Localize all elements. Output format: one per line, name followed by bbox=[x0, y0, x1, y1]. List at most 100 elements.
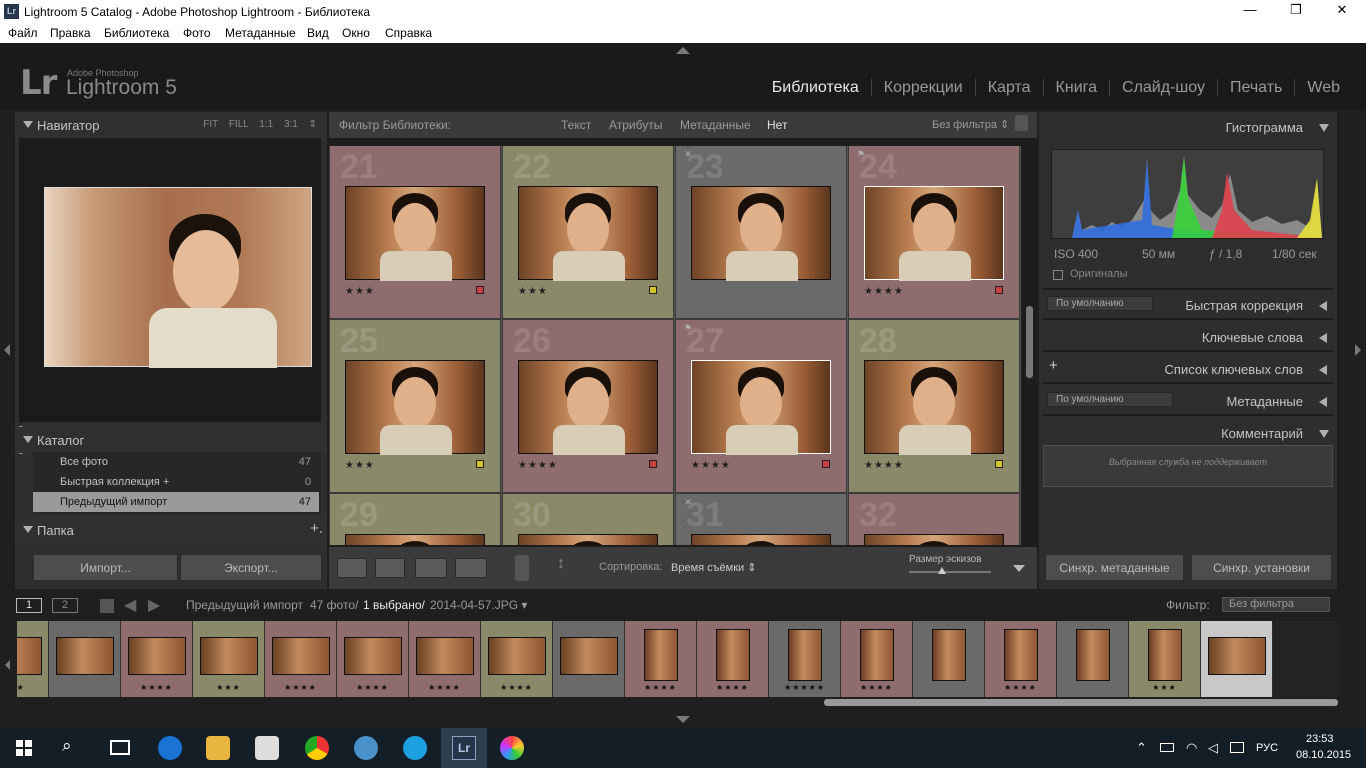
add-folder-icon[interactable]: +. bbox=[310, 520, 323, 537]
grid-cell[interactable]: 26 ★★★★ bbox=[502, 319, 674, 493]
survey-view-icon[interactable] bbox=[455, 558, 487, 578]
filmstrip-thumbnail[interactable] bbox=[913, 621, 985, 697]
menu-edit[interactable]: Правка bbox=[50, 26, 91, 40]
start-icon[interactable] bbox=[16, 740, 32, 756]
export-button[interactable]: Экспорт... bbox=[180, 554, 322, 581]
back-arrow-icon[interactable]: ◀ bbox=[124, 595, 136, 615]
menu-help[interactable]: Справка bbox=[385, 26, 432, 40]
filmstrip-image[interactable] bbox=[416, 637, 474, 675]
pick-flag-icon[interactable] bbox=[510, 498, 520, 508]
filmstrip-image[interactable] bbox=[1208, 637, 1266, 675]
navigator-header[interactable]: Навигатор FIT FILL 1:1 3:1 ⇕ bbox=[15, 112, 327, 138]
thumbnail-image[interactable] bbox=[518, 360, 658, 455]
file-explorer-icon[interactable] bbox=[206, 736, 230, 760]
color-label[interactable] bbox=[649, 286, 657, 294]
filmstrip-image[interactable] bbox=[1004, 629, 1038, 681]
grid-icon[interactable] bbox=[100, 599, 114, 613]
lock-icon[interactable] bbox=[1015, 115, 1028, 131]
pick-flag-icon[interactable]: ⚑ bbox=[856, 150, 866, 160]
star-rating[interactable]: ★★★★ bbox=[518, 460, 558, 471]
color-label[interactable] bbox=[995, 460, 1003, 468]
comments-header[interactable]: Комментарий bbox=[1039, 418, 1337, 448]
grid-cell[interactable]: 27 ⚑ ★★★★ bbox=[675, 319, 847, 493]
pick-flag-icon[interactable] bbox=[337, 150, 347, 160]
filmstrip-thumbnail[interactable] bbox=[553, 621, 625, 697]
bottom-panel-toggle-icon[interactable] bbox=[676, 716, 690, 723]
module-book[interactable]: Книга bbox=[1042, 79, 1110, 96]
thumbnail-image[interactable] bbox=[864, 360, 1004, 455]
pick-flag-icon[interactable]: ✕ bbox=[683, 150, 693, 160]
filmstrip-thumbnail[interactable]: ★★★★ bbox=[697, 621, 769, 697]
quick-develop-header[interactable]: Быстрая коррекция bbox=[1039, 290, 1337, 320]
keyword-list-header[interactable]: Список ключевых слов bbox=[1039, 354, 1337, 384]
module-library[interactable]: Библиотека bbox=[760, 79, 871, 96]
menu-library[interactable]: Библиотека bbox=[104, 26, 169, 40]
filmstrip-image[interactable] bbox=[860, 629, 894, 681]
histogram[interactable] bbox=[1051, 149, 1324, 239]
menu-file[interactable]: Файл bbox=[8, 26, 38, 40]
menu-metadata[interactable]: Метаданные bbox=[225, 26, 296, 40]
grid-cell[interactable]: 25 ★★★ bbox=[329, 319, 501, 493]
color-label[interactable] bbox=[476, 286, 484, 294]
sort-direction-icon[interactable]: ↕ bbox=[557, 555, 565, 573]
left-panel-toggle-icon[interactable] bbox=[4, 344, 10, 356]
thumbnail-image[interactable] bbox=[864, 186, 1004, 281]
thumbnail-image[interactable] bbox=[691, 534, 831, 545]
filter-preset[interactable]: Без фильтра ⇕ bbox=[932, 118, 1009, 131]
thumbnail-image[interactable] bbox=[345, 360, 485, 455]
keywording-header[interactable]: Ключевые слова bbox=[1039, 322, 1337, 352]
grid-view-icon[interactable] bbox=[337, 558, 367, 578]
star-rating[interactable]: ★★★★ bbox=[864, 286, 904, 297]
compare-view-icon[interactable] bbox=[415, 558, 447, 578]
wifi-icon[interactable]: ◠ bbox=[1186, 740, 1197, 756]
star-rating[interactable]: ★★★ bbox=[345, 460, 375, 471]
pick-flag-icon[interactable] bbox=[856, 324, 866, 334]
filmstrip-image[interactable] bbox=[560, 637, 618, 675]
color-label[interactable] bbox=[995, 286, 1003, 294]
color-label[interactable] bbox=[476, 460, 484, 468]
search-icon[interactable]: ⌕ bbox=[62, 736, 72, 756]
store-icon[interactable] bbox=[255, 736, 279, 760]
filter-none[interactable]: Нет bbox=[767, 118, 787, 132]
close-button[interactable]: ✕ bbox=[1332, 2, 1352, 20]
top-panel-toggle-icon[interactable] bbox=[676, 47, 690, 54]
filter-attribute[interactable]: Атрибуты bbox=[609, 118, 662, 132]
pick-flag-icon[interactable] bbox=[337, 324, 347, 334]
pick-flag-icon[interactable] bbox=[510, 150, 520, 160]
star-rating[interactable]: ★★★ bbox=[345, 286, 375, 297]
thumbnail-size-slider[interactable] bbox=[909, 571, 991, 573]
filmstrip-thumbnail[interactable] bbox=[49, 621, 121, 697]
filmstrip-image[interactable] bbox=[344, 637, 402, 675]
filmstrip-thumbnail[interactable]: ★★★★ bbox=[409, 621, 481, 697]
grid-cell[interactable]: 31 ✕ bbox=[675, 493, 847, 545]
skype-icon[interactable] bbox=[403, 736, 427, 760]
filmstrip-thumbnail[interactable]: ★★★★ bbox=[121, 621, 193, 697]
metadata-header[interactable]: Метаданные bbox=[1039, 386, 1337, 416]
thumbnail-image[interactable] bbox=[345, 534, 485, 545]
menu-photo[interactable]: Фото bbox=[183, 26, 211, 40]
filter-text[interactable]: Текст bbox=[561, 118, 591, 132]
filmstrip-thumbnail[interactable]: ★★★★ bbox=[841, 621, 913, 697]
edge-icon[interactable] bbox=[158, 736, 182, 760]
filmstrip-source[interactable]: Предыдущий импорт bbox=[186, 598, 303, 612]
module-print[interactable]: Печать bbox=[1216, 79, 1295, 96]
filmstrip-thumbnail[interactable]: ★★★★ bbox=[481, 621, 553, 697]
menu-view[interactable]: Вид bbox=[307, 26, 329, 40]
thumbnail-image[interactable] bbox=[864, 534, 1004, 545]
module-slideshow[interactable]: Слайд-шоу bbox=[1109, 79, 1217, 96]
thumbnail-image[interactable] bbox=[518, 534, 658, 545]
spray-can-icon[interactable] bbox=[515, 555, 529, 581]
originals-checkbox[interactable] bbox=[1053, 270, 1063, 280]
filmstrip-image[interactable] bbox=[56, 637, 114, 675]
minimize-button[interactable]: — bbox=[1240, 2, 1260, 20]
filmstrip-image[interactable] bbox=[272, 637, 330, 675]
grid-cell[interactable]: 24 ⚑ ★★★★ bbox=[848, 146, 1020, 319]
filmstrip-image[interactable] bbox=[488, 637, 546, 675]
star-rating[interactable]: ★★★★ bbox=[691, 460, 731, 471]
secondary-window-button[interactable]: 2 bbox=[52, 598, 78, 613]
import-button[interactable]: Импорт... bbox=[33, 554, 178, 581]
maximize-button[interactable]: ❐ bbox=[1286, 2, 1306, 20]
grid-cell[interactable]: 23 ✕ bbox=[675, 146, 847, 319]
notification-icon[interactable] bbox=[1230, 742, 1244, 753]
filmstrip-image[interactable] bbox=[200, 637, 258, 675]
